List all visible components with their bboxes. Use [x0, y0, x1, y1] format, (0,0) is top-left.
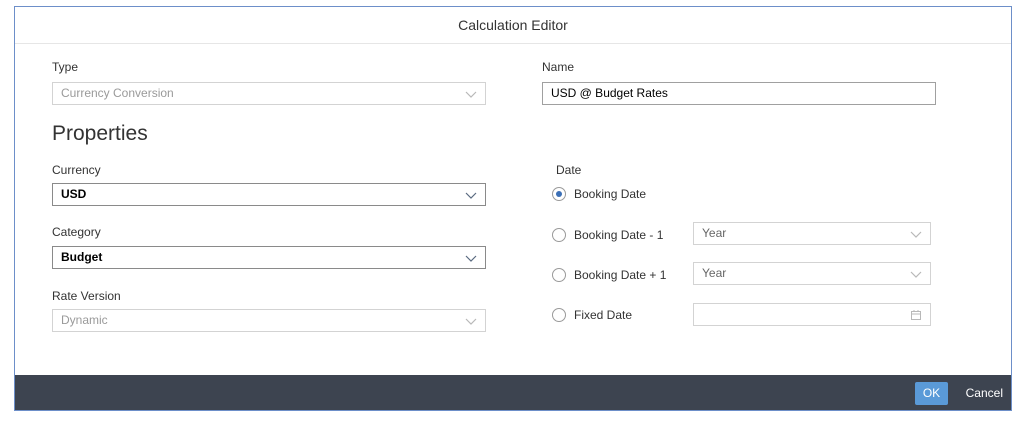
- rate-version-select: Dynamic: [52, 309, 486, 332]
- category-select[interactable]: Budget: [52, 246, 486, 269]
- fixed-date-picker: [693, 303, 931, 326]
- chevron-down-icon: [465, 318, 477, 325]
- category-label: Category: [52, 225, 101, 239]
- date-label: Date: [556, 163, 582, 177]
- radio-unselected-icon[interactable]: [552, 228, 566, 242]
- radio-fixed-date[interactable]: Fixed Date: [552, 305, 632, 325]
- properties-title: Properties: [52, 122, 148, 145]
- calendar-icon: [911, 310, 921, 320]
- type-label: Type: [52, 60, 79, 74]
- radio-label: Booking Date + 1: [574, 268, 667, 282]
- currency-select[interactable]: USD: [52, 183, 486, 206]
- dialog-footer: OK Cancel: [15, 375, 1011, 410]
- rate-version-label: Rate Version: [52, 289, 121, 303]
- currency-label: Currency: [52, 163, 101, 177]
- cancel-button[interactable]: Cancel: [966, 382, 1003, 405]
- name-input[interactable]: USD @ Budget Rates: [542, 82, 936, 105]
- calculation-editor-dialog: Calculation Editor Type Currency Convers…: [14, 6, 1012, 411]
- unit-value: Year: [702, 266, 727, 280]
- name-value: USD @ Budget Rates: [551, 86, 668, 100]
- currency-value: USD: [61, 187, 87, 201]
- radio-booking-date-minus-1[interactable]: Booking Date - 1: [552, 225, 663, 245]
- ok-button[interactable]: OK: [915, 382, 948, 405]
- rate-version-value: Dynamic: [61, 313, 108, 327]
- radio-unselected-icon[interactable]: [552, 308, 566, 322]
- radio-label: Fixed Date: [574, 308, 633, 322]
- unit-value: Year: [702, 226, 727, 240]
- radio-label: Booking Date - 1: [574, 228, 664, 242]
- chevron-down-icon: [910, 231, 922, 238]
- radio-label: Booking Date: [574, 187, 647, 201]
- chevron-down-icon: [910, 271, 922, 278]
- booking-date-plus-1-unit-select: Year: [693, 262, 931, 285]
- chevron-down-icon: [465, 192, 477, 199]
- name-label: Name: [542, 60, 575, 74]
- booking-date-minus-1-unit-select: Year: [693, 222, 931, 245]
- category-value: Budget: [61, 250, 103, 264]
- type-select: Currency Conversion: [52, 82, 486, 105]
- chevron-down-icon: [465, 91, 477, 98]
- radio-booking-date-plus-1[interactable]: Booking Date + 1: [552, 265, 666, 285]
- radio-selected-icon[interactable]: [552, 187, 566, 201]
- dialog-title: Calculation Editor: [15, 7, 1011, 44]
- chevron-down-icon: [465, 255, 477, 262]
- radio-booking-date[interactable]: Booking Date: [552, 184, 646, 204]
- type-value: Currency Conversion: [61, 86, 174, 100]
- radio-unselected-icon[interactable]: [552, 268, 566, 282]
